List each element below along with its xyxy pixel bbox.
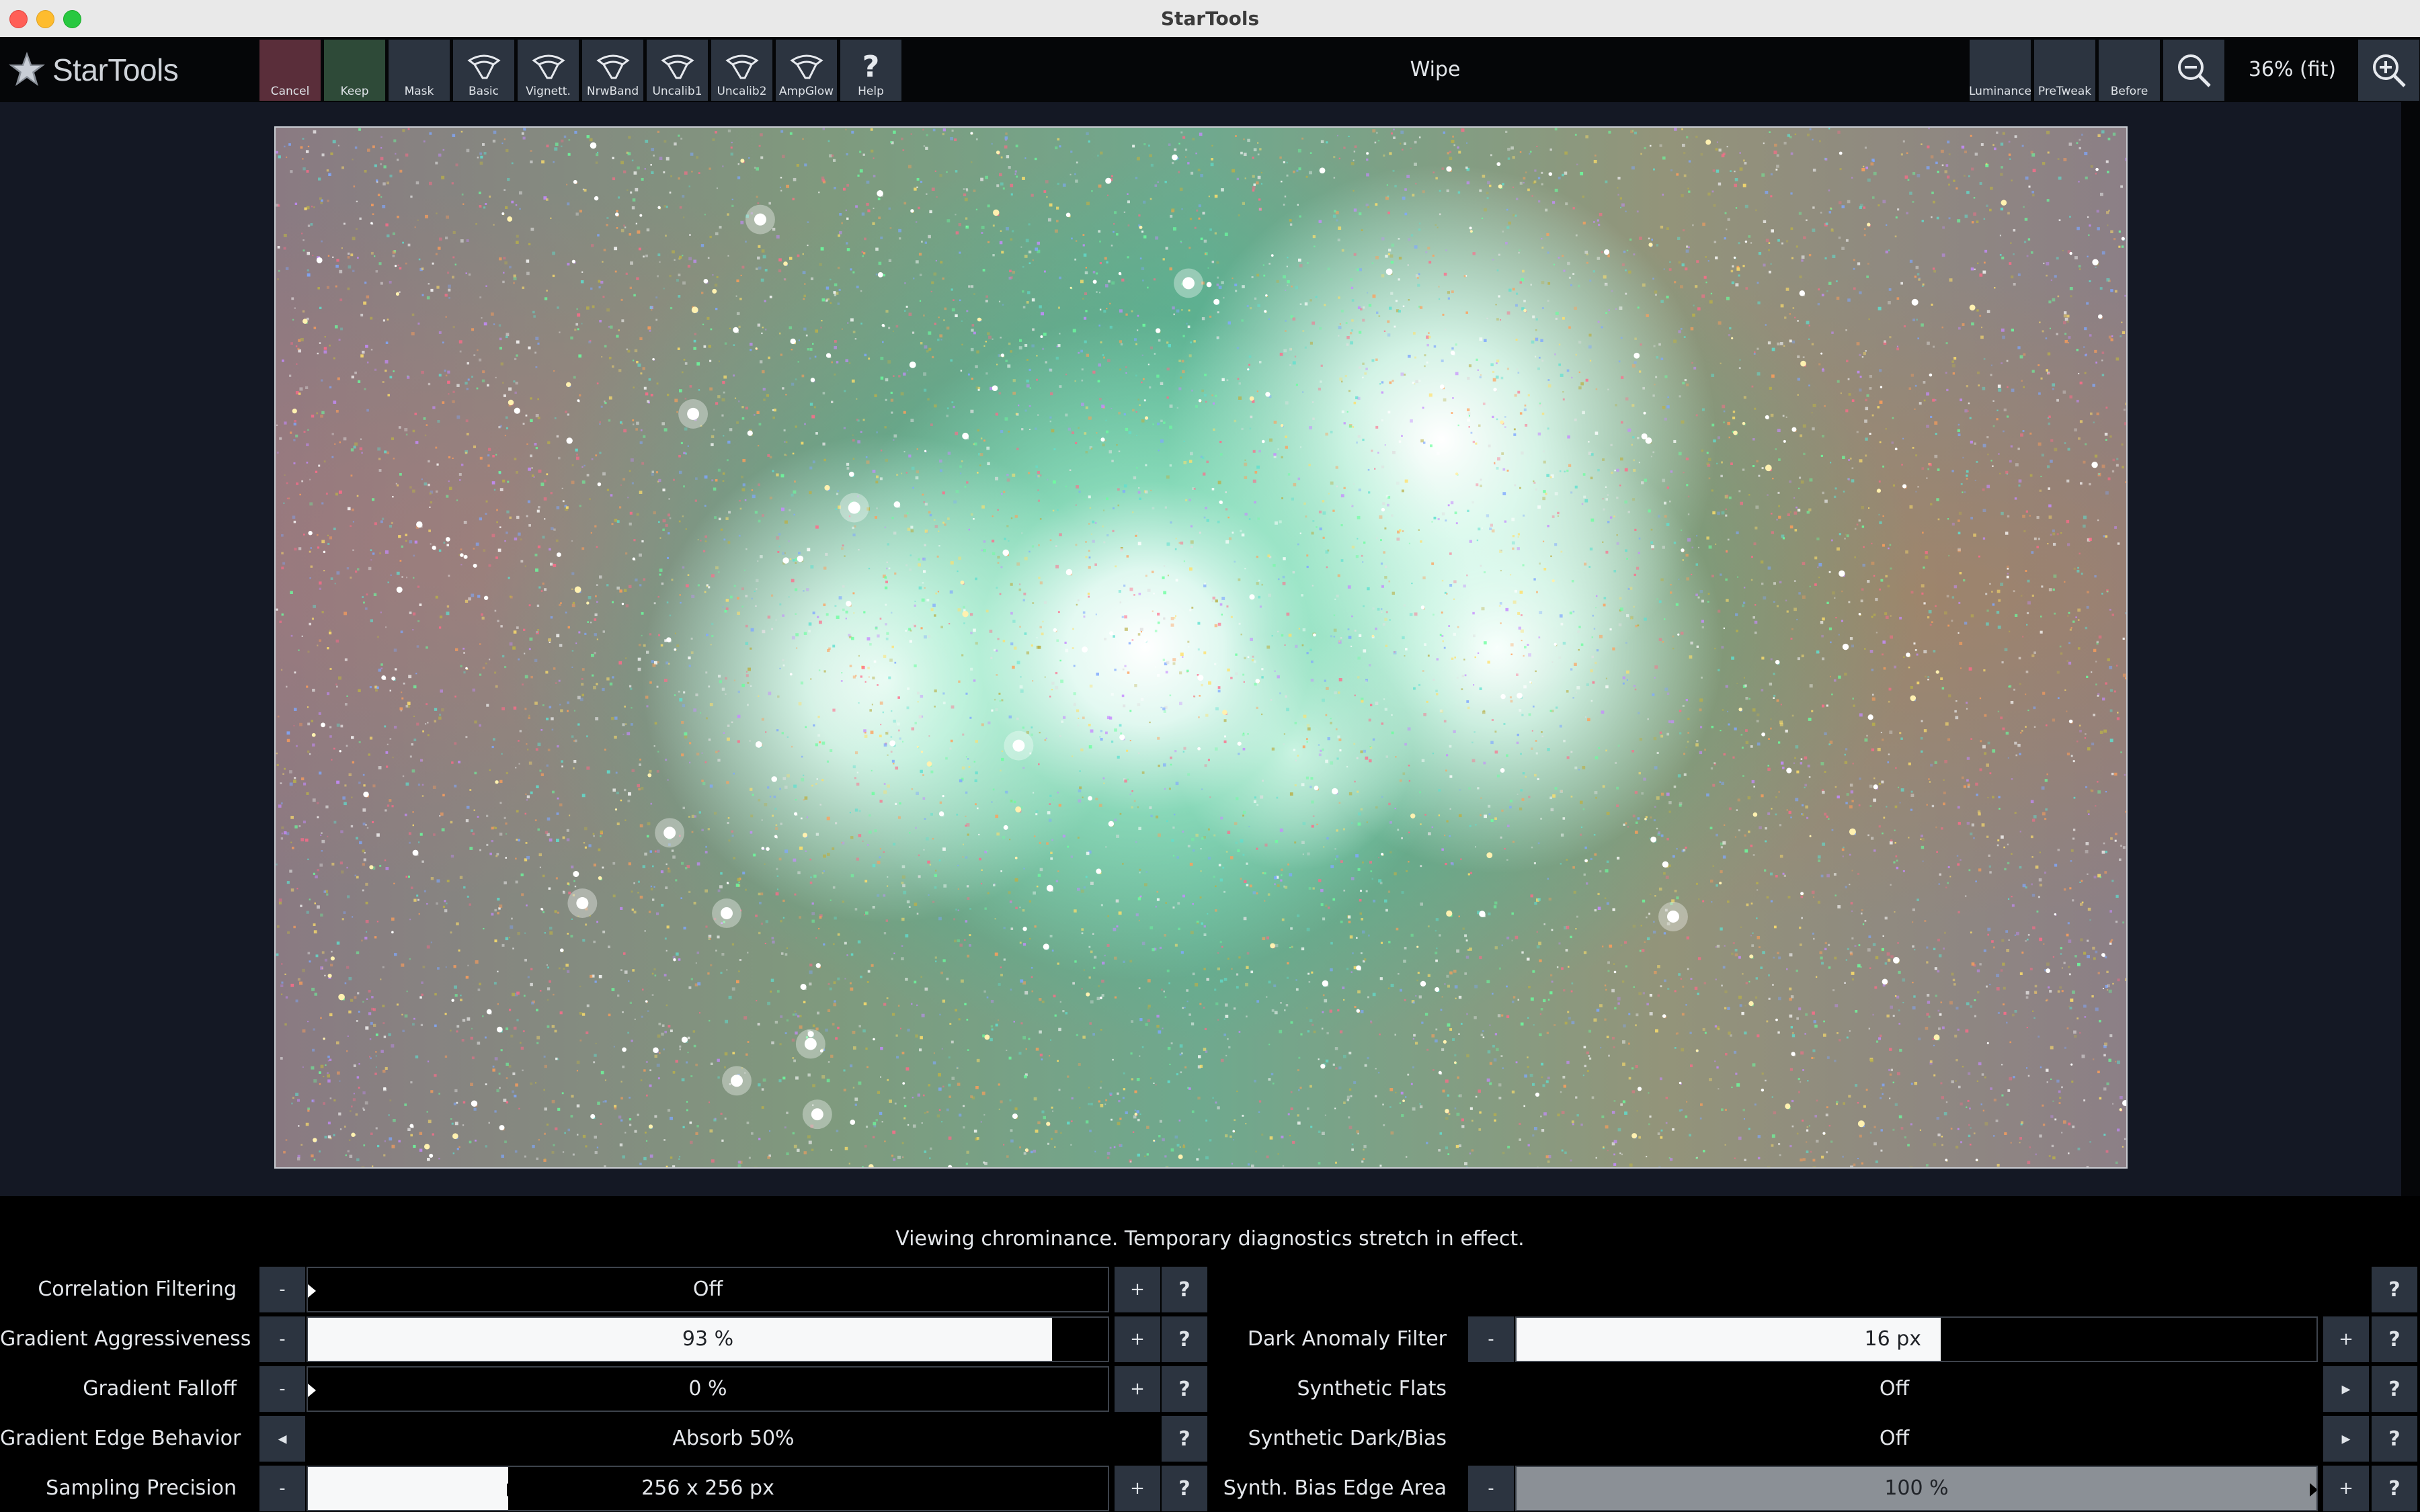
help-button-label: Help [858,85,884,98]
synth-bias-edge-area-increase-button[interactable]: + [2323,1466,2369,1511]
preset-basic-button[interactable]: Basic [453,40,514,101]
wipe-preset-icon [658,50,697,83]
app-logo-text: StarTools [52,52,179,87]
gradient-falloff-value: 0 % [688,1377,727,1400]
preset-uncalib2-label: Uncalib2 [717,85,767,98]
wipe-preset-icon [723,50,762,83]
synthetic-dark-bias-help-button[interactable]: ? [2372,1416,2417,1462]
mask-button[interactable]: Mask [389,40,450,101]
gradient-falloff-decrease-button[interactable]: - [259,1366,305,1412]
help-button[interactable]: ? Help [840,40,901,101]
synthetic-dark-bias-label: Synthetic Dark/Bias [1248,1427,1447,1450]
preset-ampglow-button[interactable]: AmpGlow [776,40,837,101]
status-message: Viewing chrominance. Temporary diagnosti… [895,1227,1525,1251]
gradient-aggressiveness-increase-button[interactable]: + [1115,1316,1160,1362]
gradient-falloff-increase-button[interactable]: + [1115,1366,1160,1412]
gradient-aggressiveness-label: Gradient Aggressiveness [0,1327,251,1351]
gradient-aggressiveness-slider[interactable]: 93 % [307,1316,1109,1362]
preset-narrowband-label: NrwBand [586,85,639,98]
app-logo: StarTools [7,46,179,93]
synthetic-flats-next-button[interactable]: ▸ [2323,1366,2369,1412]
wipe-preset-icon [594,50,633,83]
gradient-edge-behavior-value: Absorb 50% [672,1427,795,1450]
module-title: Wipe [1410,58,1461,81]
dark-anomaly-filter-help-button[interactable]: ? [2372,1316,2417,1362]
cancel-button-label: Cancel [270,85,310,98]
luminance-button[interactable]: Luminance [1969,40,2032,101]
sampling-precision-value: 256 x 256 px [641,1476,774,1500]
synth-bias-edge-area-slider[interactable]: 100 % [1515,1466,2318,1511]
window-titlebar: StarTools [0,0,2420,38]
gradient-aggressiveness-decrease-button[interactable]: - [259,1316,305,1362]
preset-uncalib1-label: Uncalib1 [652,85,702,98]
astro-image-preview[interactable] [274,126,2128,1169]
preset-basic-label: Basic [468,85,499,98]
dark-anomaly-filter-increase-button[interactable]: + [2323,1316,2369,1362]
preset-vignette-button[interactable]: Vignett. [518,40,579,101]
preset-vignette-label: Vignett. [526,85,571,98]
dark-anomaly-filter-decrease-button[interactable]: - [1468,1316,1514,1362]
sampling-precision-decrease-button[interactable]: - [259,1466,305,1511]
preset-uncalib2-button[interactable]: Uncalib2 [711,40,772,101]
wipe-preset-icon [465,50,503,83]
before-button-label: Before [2110,85,2148,98]
gradient-edge-behavior-label: Gradient Edge Behavior [0,1427,241,1450]
zoom-level: 36% (fit) [2248,58,2337,81]
mask-button-label: Mask [404,85,434,98]
starfield-image [276,128,2126,1167]
star-logo-icon [9,52,45,86]
keep-button[interactable]: Keep [324,40,385,101]
synthetic-flats-value: Off [1879,1377,1910,1400]
gradient-edge-behavior-help-button[interactable]: ? [1162,1416,1207,1462]
question-icon: ? [862,49,880,84]
pretweak-button[interactable]: PreTweak [2034,40,2095,101]
gradient-aggressiveness-value: 93 % [682,1327,734,1351]
cancel-button[interactable]: Cancel [259,40,321,101]
zoom-in-icon [2372,54,2406,87]
gradient-falloff-label: Gradient Falloff [83,1377,237,1400]
synth-bias-edge-area-label: Synth. Bias Edge Area [1223,1476,1447,1500]
correlation-filtering-decrease-button[interactable]: - [259,1267,305,1312]
window-title: StarTools [1160,7,1260,30]
correlation-filtering-increase-button[interactable]: + [1115,1267,1160,1312]
luminance-button-label: Luminance [1969,85,2032,98]
viewport-edge [2401,102,2420,1196]
synthetic-dark-bias-value: Off [1879,1427,1910,1450]
pretweak-button-label: PreTweak [2038,85,2092,98]
gradient-falloff-slider[interactable]: 0 % [307,1366,1109,1412]
zoom-out-icon [2177,54,2211,87]
zoom-in-button[interactable] [2358,40,2419,101]
toolbar: StarTools Cancel Keep Mask Basic Vignett… [0,37,2420,102]
sampling-precision-help-button[interactable]: ? [1162,1466,1207,1511]
preset-uncalib1-button[interactable]: Uncalib1 [647,40,708,101]
synth-bias-edge-area-decrease-button[interactable]: - [1468,1466,1514,1511]
gradient-aggressiveness-help-button[interactable]: ? [1162,1316,1207,1362]
sampling-precision-slider[interactable]: 256 x 256 px [307,1466,1109,1511]
keep-button-label: Keep [340,85,369,98]
synthetic-flats-label: Synthetic Flats [1297,1377,1447,1400]
sampling-precision-increase-button[interactable]: + [1115,1466,1160,1511]
dark-anomaly-filter-label: Dark Anomaly Filter [1247,1327,1447,1351]
correlation-filtering-label: Correlation Filtering [38,1277,237,1301]
before-button[interactable]: Before [2099,40,2160,101]
synth-bias-edge-area-value: 100 % [1884,1476,1949,1500]
correlation-filtering-value: Off [692,1277,723,1301]
gradient-falloff-help-button[interactable]: ? [1162,1366,1207,1412]
correlation-filtering-slider[interactable]: Off [307,1267,1109,1312]
sampling-precision-label: Sampling Precision [46,1476,237,1500]
zoom-out-button[interactable] [2163,40,2224,101]
synthetic-flats-help-button[interactable]: ? [2372,1366,2417,1412]
gradient-edge-behavior-prev-button[interactable]: ◂ [259,1416,305,1462]
preset-ampglow-label: AmpGlow [778,85,834,98]
wipe-preset-icon [529,50,568,83]
synth-bias-edge-area-help-button[interactable]: ? [2372,1466,2417,1511]
correlation-filtering-help-button[interactable]: ? [1162,1267,1207,1312]
wipe-preset-icon [787,50,826,83]
right-row1-help-button[interactable]: ? [2372,1267,2417,1312]
preset-narrowband-button[interactable]: NrwBand [582,40,643,101]
dark-anomaly-filter-slider[interactable]: 16 px [1515,1316,2318,1362]
dark-anomaly-filter-value: 16 px [1864,1327,1921,1351]
synthetic-dark-bias-next-button[interactable]: ▸ [2323,1416,2369,1462]
